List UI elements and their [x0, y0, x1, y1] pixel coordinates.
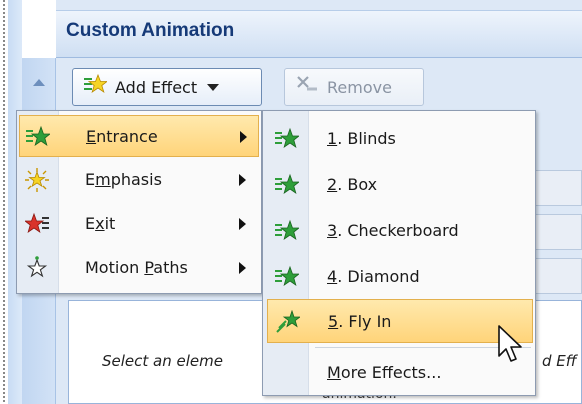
label-rest: aths — [153, 258, 188, 277]
menu-item-emphasis[interactable]: Emphasis — [19, 159, 259, 201]
motion-path-star-icon — [25, 256, 49, 280]
entrance-submenu: 1. Blinds 2. Box 3. Checkerboard 4. Diam… — [262, 110, 536, 396]
mnemonic: 2 — [327, 175, 338, 194]
mnemonic: M — [327, 363, 341, 382]
label-rest: . Checkerboard — [337, 221, 459, 240]
menu-item-label: Motion Paths — [85, 258, 188, 277]
mnemonic: 4 — [327, 267, 338, 286]
submenu-arrow-icon — [240, 131, 247, 143]
label-pre: E — [85, 170, 96, 189]
label-rest: ntrance — [96, 127, 158, 146]
submenu-item-label: 2. Box — [327, 175, 377, 194]
box-effect-icon — [275, 173, 301, 197]
label-rest: . Box — [337, 175, 378, 194]
label-rest: it — [104, 214, 116, 233]
submenu-item-more-effects[interactable]: More Effects... — [267, 351, 533, 395]
exit-star-icon — [23, 212, 49, 236]
label-rest: . Diamond — [337, 267, 420, 286]
pane-title: Custom Animation — [66, 20, 235, 41]
mnemonic: x — [95, 214, 105, 233]
empty-list-hint-right: d Eff — [542, 352, 577, 370]
menu-item-label: Exit — [85, 214, 115, 233]
label-pre: Motion — [85, 258, 145, 277]
menu-item-exit[interactable]: Exit — [19, 203, 259, 245]
label-rest: phasis — [110, 170, 162, 189]
add-effect-star-icon — [83, 73, 109, 100]
label-rest: . Fly In — [338, 312, 392, 331]
submenu-item-label: More Effects... — [327, 363, 441, 382]
empty-list-hint-left: Select an eleme — [102, 352, 223, 370]
mnemonic: 1 — [327, 129, 338, 148]
submenu-item-checkerboard[interactable]: 3. Checkerboard — [267, 209, 533, 253]
menu-item-entrance[interactable]: Entrance — [19, 115, 259, 157]
entrance-star-icon — [26, 125, 52, 149]
label-pre: E — [85, 214, 96, 233]
checkerboard-effect-icon — [275, 219, 301, 243]
mnemonic: 3 — [327, 221, 338, 240]
mouse-pointer-icon — [496, 324, 526, 364]
mnemonic: 5 — [328, 312, 339, 331]
emphasis-star-icon — [25, 168, 49, 192]
scroll-up-arrow-icon[interactable] — [30, 76, 48, 90]
label-rest: . Blinds — [337, 129, 396, 148]
fly-in-effect-icon — [276, 309, 302, 334]
menu-item-label: Entrance — [86, 127, 158, 146]
submenu-item-blinds[interactable]: 1. Blinds — [267, 117, 533, 161]
submenu-item-label: 4. Diamond — [327, 267, 420, 286]
remove-label: Remove — [327, 77, 392, 97]
submenu-arrow-icon — [239, 174, 246, 186]
menu-item-label: Emphasis — [85, 170, 162, 189]
submenu-item-fly-in[interactable]: 5. Fly In — [267, 299, 533, 343]
submenu-arrow-icon — [239, 262, 246, 274]
remove-icon — [295, 74, 319, 100]
submenu-item-label: 3. Checkerboard — [327, 221, 459, 240]
submenu-arrow-icon — [239, 218, 246, 230]
mnemonic: E — [86, 127, 97, 146]
blinds-effect-icon — [275, 127, 301, 151]
chevron-down-icon — [207, 83, 220, 91]
remove-button[interactable]: Remove — [284, 68, 424, 106]
submenu-item-box[interactable]: 2. Box — [267, 163, 533, 207]
label-rest: ore Effects... — [340, 363, 442, 382]
submenu-item-diamond[interactable]: 4. Diamond — [267, 255, 533, 299]
mnemonic: P — [144, 258, 154, 277]
diamond-effect-icon — [275, 265, 301, 289]
submenu-item-label: 5. Fly In — [328, 312, 391, 331]
add-effect-menu: Entrance Emphasis Exit Motion Paths — [16, 110, 262, 294]
mnemonic: m — [95, 170, 111, 189]
add-effect-label: Add Effect — [115, 77, 198, 97]
submenu-item-label: 1. Blinds — [327, 129, 396, 148]
menu-item-motion-paths[interactable]: Motion Paths — [19, 247, 259, 289]
add-effect-button[interactable]: Add Effect — [72, 68, 262, 106]
window-edge — [3, 0, 5, 404]
